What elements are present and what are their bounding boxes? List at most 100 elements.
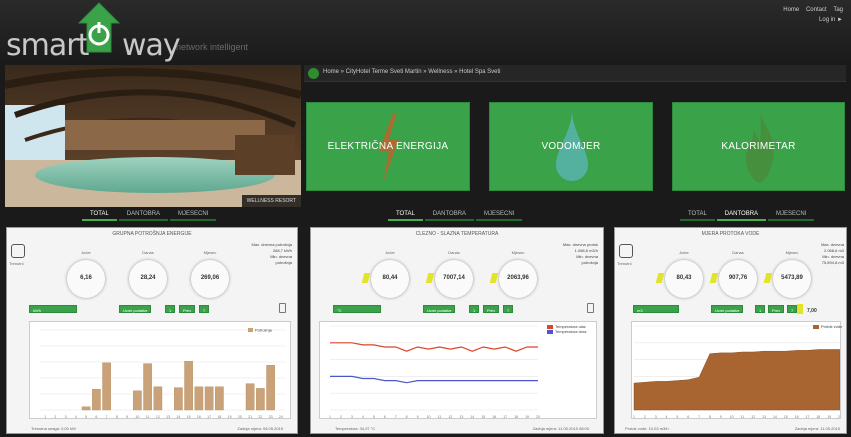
x-tick-label: 19 <box>525 415 529 419</box>
legend-label: Potrošnja <box>255 328 273 333</box>
gauge-value: 2063,96 <box>507 275 529 281</box>
bar <box>256 388 265 411</box>
x-tick-label: 13 <box>762 415 766 419</box>
prev-button[interactable]: Prev <box>768 305 785 313</box>
tab-dantobra[interactable]: DANTOBRA <box>424 209 475 221</box>
logout-link[interactable]: Log in ► <box>819 17 843 23</box>
x-tick-label: 9 <box>720 415 722 419</box>
tabs-panel-1: TOTAL DANTOBRA MJESECNI <box>82 209 218 221</box>
button-1[interactable]: 1 <box>165 305 176 313</box>
button-1[interactable]: 1 <box>755 305 766 313</box>
panel-footer-right: Zadnja mjera: 08.05.2015 <box>237 426 283 431</box>
x-tick-label: 2 <box>54 415 56 419</box>
fetch-data-button[interactable]: Uzmi podatke <box>711 305 744 313</box>
prev-button[interactable]: Prev <box>179 305 196 313</box>
bar <box>143 363 152 411</box>
top-links: Home Contact Tag Log in ► <box>778 5 843 25</box>
unit-select[interactable]: m3 <box>633 305 679 313</box>
tab-mjesecni[interactable]: MJESECNI <box>170 209 217 221</box>
x-tick-label: 22 <box>258 415 262 419</box>
panel-footer-left: Temperatura: 34,97 °C <box>335 426 376 431</box>
unit-select[interactable]: °C <box>333 305 381 313</box>
home-icon[interactable] <box>308 68 319 79</box>
nav-link-tag[interactable]: Tag <box>833 7 843 13</box>
x-tick-label: 9 <box>417 415 419 419</box>
fetch-data-button[interactable]: Uzmi podatke <box>119 305 152 313</box>
tile-water[interactable]: VODOMJER <box>489 102 653 191</box>
legend-item: Temperatura izlaz <box>547 329 587 334</box>
button-7[interactable]: 7 <box>787 305 798 313</box>
x-tick-label: 12 <box>448 415 452 419</box>
gauge-today: 28,24 <box>129 260 167 298</box>
bar <box>245 383 255 411</box>
x-tick-label: 3 <box>65 415 67 419</box>
legend-label: Protok vode <box>821 324 843 329</box>
x-tick-label: 8 <box>709 415 711 419</box>
bar <box>215 386 224 411</box>
x-tick-label: 5 <box>85 415 87 419</box>
tile-heat[interactable]: KALORIMETAR <box>672 102 845 191</box>
tile-electricity[interactable]: ELEKTRIČNA ENERGIJA <box>306 102 470 191</box>
gauge-month: 269,06 <box>191 260 229 298</box>
download-icon[interactable] <box>279 303 286 313</box>
x-tick-label: 23 <box>269 415 273 419</box>
breadcrumb-text[interactable]: Home » CityHotel Terme Sveti Martin » We… <box>323 69 501 75</box>
gauge-label: Danas <box>448 250 460 255</box>
x-tick-label: 1 <box>633 415 635 419</box>
x-tick-label: 15 <box>481 415 485 419</box>
gauge-marker <box>425 273 435 283</box>
gauge-value: 6,16 <box>80 275 92 281</box>
gauge-value: 80,43 <box>676 275 692 281</box>
gauge-yesterday: 6,16 <box>67 260 105 298</box>
tab-mjesecni[interactable]: MJESECNI <box>476 209 523 221</box>
x-tick-label: 7 <box>698 415 700 419</box>
tab-dantobra[interactable]: DANTOBRA <box>118 209 169 221</box>
x-tick-label: 20 <box>238 415 242 419</box>
nav-link-contact[interactable]: Contact <box>806 7 827 13</box>
x-tick-label: 4 <box>362 415 364 419</box>
button-1[interactable]: 1 <box>469 305 480 313</box>
download-icon[interactable] <box>587 303 594 313</box>
extra-marker <box>797 304 803 314</box>
button-7[interactable]: 7 <box>503 305 514 313</box>
series-line <box>330 342 538 352</box>
series-line <box>330 375 538 384</box>
prev-button[interactable]: Prev <box>483 305 500 313</box>
gauge-month: 2063,96 <box>489 260 537 298</box>
logo-tagline: network intelligent <box>176 42 249 52</box>
tile-label: KALORIMETAR <box>721 141 796 152</box>
panel-footer-left: Protok vode: 10,03 m3/h <box>625 426 669 431</box>
chart-legend: Temperatura ulaz Temperatura izlaz <box>547 324 587 334</box>
gauge-marker <box>361 273 371 283</box>
panel-temperature: CLEZNO - SLAZNA TEMPERATURA Jučer 80,44 … <box>310 227 604 434</box>
legend-label: Temperatura izlaz <box>555 329 587 334</box>
tab-total[interactable]: TOTAL <box>680 209 715 221</box>
meter-caption: Trenutni <box>617 261 632 266</box>
nav-link-home[interactable]: Home <box>783 7 799 13</box>
gauge-value: 80,44 <box>382 275 398 281</box>
tab-mjesecni[interactable]: MJESECNI <box>768 209 815 221</box>
tab-total[interactable]: TOTAL <box>388 209 423 221</box>
fetch-data-button[interactable]: Uzmi podatke <box>423 305 456 313</box>
panel-title: CLEZNO - SLAZNA TEMPERATURA <box>415 231 499 237</box>
x-tick-label: 1 <box>329 415 331 419</box>
gauge-yesterday: 80,43 <box>655 260 703 298</box>
x-tick-label: 9 <box>126 415 128 419</box>
x-tick-label: 6 <box>95 415 97 419</box>
x-tick-label: 1 <box>44 415 46 419</box>
panel-info: Max. dnevna 2.068,6 m3 Min. dnevna 75,89… <box>814 242 844 266</box>
x-tick-label: 17 <box>503 415 507 419</box>
meter-caption: Trenutni <box>9 261 24 266</box>
info-line: potrošnja <box>581 260 598 265</box>
legend-swatch <box>248 328 253 332</box>
x-tick-label: 3 <box>351 415 353 419</box>
button-7[interactable]: 7 <box>199 305 210 313</box>
x-tick-label: 16 <box>795 415 799 419</box>
tab-total[interactable]: TOTAL <box>82 209 117 221</box>
panel-info: Max. dnevna potrošnja 268,7 kWh Min. dne… <box>234 242 292 266</box>
tabs-panel-3: TOTAL DANTOBRA MJESECNI <box>680 209 816 221</box>
unit-select[interactable]: kWh <box>29 305 77 313</box>
tab-dantobra[interactable]: DANTOBRA <box>716 209 767 221</box>
app-header: smart way network intelligent Home Conta… <box>0 0 851 63</box>
x-tick-label: 2 <box>644 415 646 419</box>
